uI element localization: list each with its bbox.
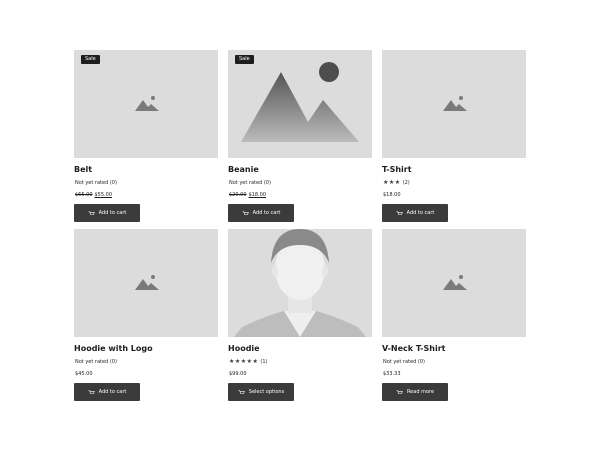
cart-icon [396, 210, 403, 215]
read-more-button[interactable]: Read more [382, 383, 448, 401]
product-rating: Not yet rated (0) [383, 358, 526, 366]
product-card: T-Shirt ★★★ (2) $18.00 Add to cart [382, 50, 526, 222]
product-price: $45.00 [75, 370, 218, 378]
product-rating: Not yet rated (0) [75, 179, 218, 187]
star-rating: ★★★★★ [229, 358, 259, 365]
sale-badge: Sale [235, 55, 254, 64]
product-image[interactable]: Sale [228, 50, 372, 158]
product-rating: ★★★ (2) [383, 179, 526, 187]
button-label: Add to cart [252, 210, 281, 216]
cart-icon [238, 389, 245, 394]
product-card: V-Neck T-Shirt Not yet rated (0) $33.33 … [382, 229, 526, 401]
product-title[interactable]: Hoodie with Logo [74, 343, 218, 354]
cart-icon [88, 389, 95, 394]
product-price: $33.33 [383, 370, 526, 378]
button-label: Add to cart [406, 210, 435, 216]
add-to-cart-button[interactable]: Add to cart [74, 204, 140, 222]
review-count: (0) [109, 359, 117, 365]
product-title[interactable]: Belt [74, 164, 218, 175]
select-options-button[interactable]: Select options [228, 383, 294, 401]
cart-icon [396, 389, 403, 394]
price: $18.00 [383, 192, 401, 198]
product-rating: Not yet rated (0) [75, 358, 218, 366]
product-title[interactable]: Beanie [228, 164, 372, 175]
sale-price: $18.00 [248, 192, 267, 198]
button-label: Read more [406, 389, 435, 395]
product-title[interactable]: Hoodie [228, 343, 372, 354]
image-placeholder-icon [135, 275, 159, 290]
product-image[interactable] [74, 229, 218, 337]
product-title[interactable]: T-Shirt [382, 164, 526, 175]
product-card: Sale Belt Not yet rated (0) $65.00 $55.00… [74, 50, 218, 222]
product-card: Hoodie ★★★★★ (1) $99.00 Select options [228, 229, 372, 401]
price: $45.00 [75, 371, 93, 377]
price: $33.33 [383, 371, 401, 377]
product-image[interactable] [382, 229, 526, 337]
image-placeholder-icon [443, 275, 467, 290]
review-count: (0) [263, 180, 271, 186]
product-rating: Not yet rated (0) [229, 179, 372, 187]
product-rating: ★★★★★ (1) [229, 358, 372, 366]
button-label: Add to cart [98, 210, 127, 216]
rating-text: Not yet rated [229, 180, 263, 186]
cart-icon [88, 210, 95, 215]
product-image[interactable] [382, 50, 526, 158]
sale-badge: Sale [81, 55, 100, 64]
product-image[interactable] [228, 229, 372, 337]
button-label: Add to cart [98, 389, 127, 395]
product-card: Sale Beanie Not yet rated (0) $20.00 $18.… [228, 50, 372, 222]
button-label: Select options [248, 389, 285, 395]
cart-icon [242, 210, 249, 215]
review-count[interactable]: (1) [260, 358, 267, 366]
add-to-cart-button[interactable]: Add to cart [74, 383, 140, 401]
product-image[interactable]: Sale [74, 50, 218, 158]
product-card: Hoodie with Logo Not yet rated (0) $45.0… [74, 229, 218, 401]
rating-text: Not yet rated [75, 359, 109, 365]
product-price: $99.00 [229, 370, 372, 378]
price: $99.00 [229, 371, 247, 377]
star-rating: ★★★ [383, 179, 401, 186]
review-count: (0) [417, 359, 425, 365]
sale-price: $55.00 [94, 192, 113, 198]
original-price: $65.00 [75, 192, 93, 198]
image-placeholder-icon [135, 96, 159, 111]
review-count[interactable]: (2) [403, 179, 410, 187]
person-silhouette [234, 229, 366, 337]
product-price: $18.00 [383, 191, 526, 199]
rating-text: Not yet rated [75, 180, 109, 186]
product-title[interactable]: V-Neck T-Shirt [382, 343, 526, 354]
original-price: $20.00 [229, 192, 247, 198]
add-to-cart-button[interactable]: Add to cart [382, 204, 448, 222]
image-placeholder-icon [443, 96, 467, 111]
product-price: $65.00 $55.00 [75, 191, 218, 199]
rating-text: Not yet rated [383, 359, 417, 365]
review-count: (0) [109, 180, 117, 186]
mountain-illustration [241, 62, 359, 142]
product-price: $20.00 $18.00 [229, 191, 372, 199]
add-to-cart-button[interactable]: Add to cart [228, 204, 294, 222]
